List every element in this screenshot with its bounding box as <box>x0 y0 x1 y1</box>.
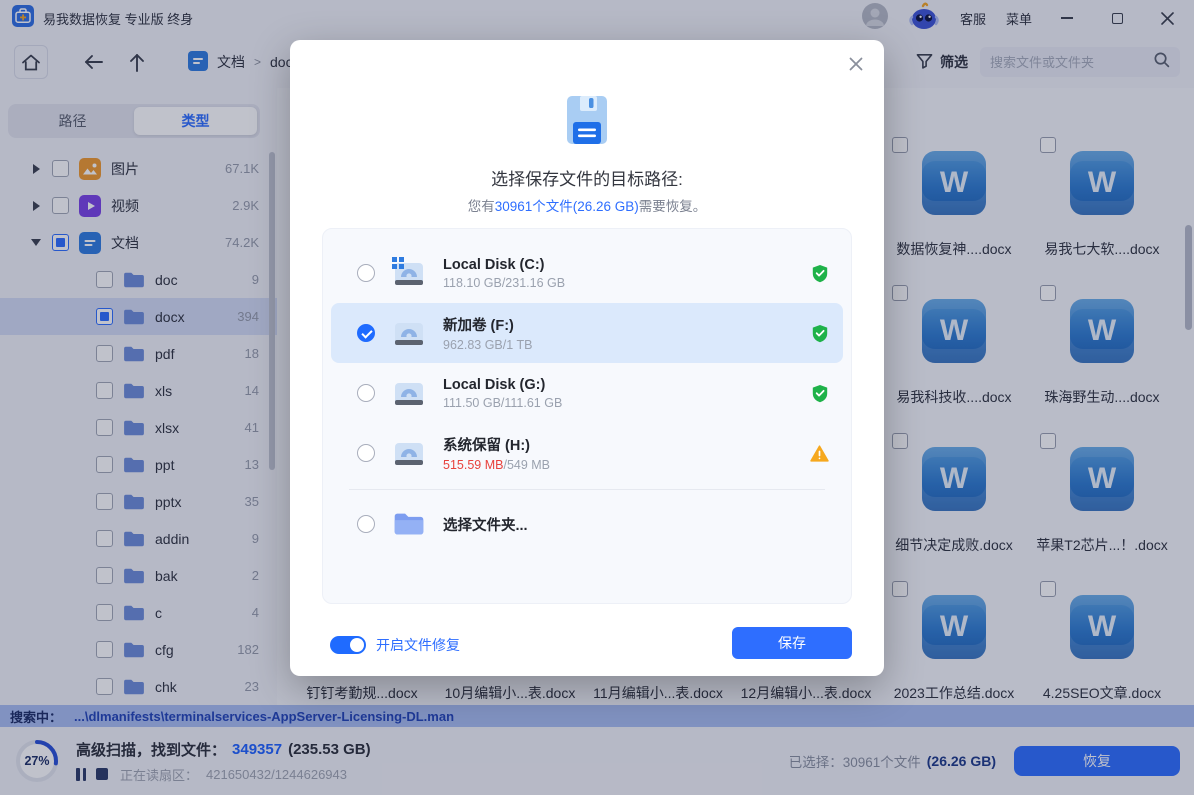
radio-unselected[interactable] <box>357 264 375 282</box>
drive-icon <box>391 437 427 469</box>
disk-option-c[interactable]: Local Disk (C:) 118.10 GB/231.16 GB <box>331 243 843 303</box>
radio-unselected[interactable] <box>357 444 375 462</box>
subtitle-highlight: 30961个文件(26.26 GB) <box>495 199 639 214</box>
disk-name: Local Disk (C:) <box>443 257 565 273</box>
radio-unselected[interactable] <box>357 384 375 402</box>
dialog-subtitle: 您有30961个文件(26.26 GB)需要恢复。 <box>290 195 884 215</box>
drive-icon <box>391 317 427 349</box>
dialog-close-icon[interactable] <box>846 54 866 74</box>
choose-folder-label: 选择文件夹... <box>443 514 528 535</box>
dialog-title: 选择保存文件的目标路径: <box>290 165 884 190</box>
warning-icon <box>810 445 829 462</box>
disk-free-space: 515.59 MB <box>443 458 503 472</box>
disk-size: 111.50 GB/111.61 GB <box>443 396 562 410</box>
disk-option-g[interactable]: Local Disk (G:) 111.50 GB/111.61 GB <box>331 363 843 423</box>
shield-ok-icon <box>811 264 829 283</box>
drive-icon-windows <box>391 257 427 289</box>
subtitle-pre: 您有 <box>468 199 495 214</box>
folder-select-icon <box>391 508 427 540</box>
radio-unselected[interactable] <box>357 515 375 533</box>
shield-ok-icon <box>811 324 829 343</box>
disk-name: Local Disk (G:) <box>443 377 562 393</box>
drive-icon <box>391 377 427 409</box>
radio-selected[interactable] <box>357 324 375 342</box>
subtitle-post: 需要恢复。 <box>639 199 707 214</box>
disk-size: 118.10 GB/231.16 GB <box>443 276 565 290</box>
choose-folder-option[interactable]: 选择文件夹... <box>331 496 843 552</box>
list-divider <box>349 489 825 490</box>
save-destination-dialog: 选择保存文件的目标路径: 您有30961个文件(26.26 GB)需要恢复。 L… <box>290 40 884 676</box>
save-floppy-icon <box>559 92 615 153</box>
disk-size: 962.83 GB/1 TB <box>443 338 532 352</box>
file-repair-toggle[interactable] <box>330 636 366 654</box>
disk-name: 新加卷 (F:) <box>443 314 532 335</box>
disk-size: 515.59 MB/549 MB <box>443 458 550 472</box>
save-button[interactable]: 保存 <box>732 627 852 659</box>
disk-option-f[interactable]: 新加卷 (F:) 962.83 GB/1 TB <box>331 303 843 363</box>
disk-option-h[interactable]: 系统保留 (H:) 515.59 MB/549 MB <box>331 423 843 483</box>
disk-total-space: /549 MB <box>503 458 550 472</box>
app-window: 易我数据恢复 专业版 终身 客服 菜单 <box>0 0 1194 795</box>
file-repair-label: 开启文件修复 <box>376 635 460 655</box>
disk-name: 系统保留 (H:) <box>443 434 550 455</box>
destination-list: Local Disk (C:) 118.10 GB/231.16 GB 新加卷 … <box>322 228 852 604</box>
shield-ok-icon <box>811 384 829 403</box>
